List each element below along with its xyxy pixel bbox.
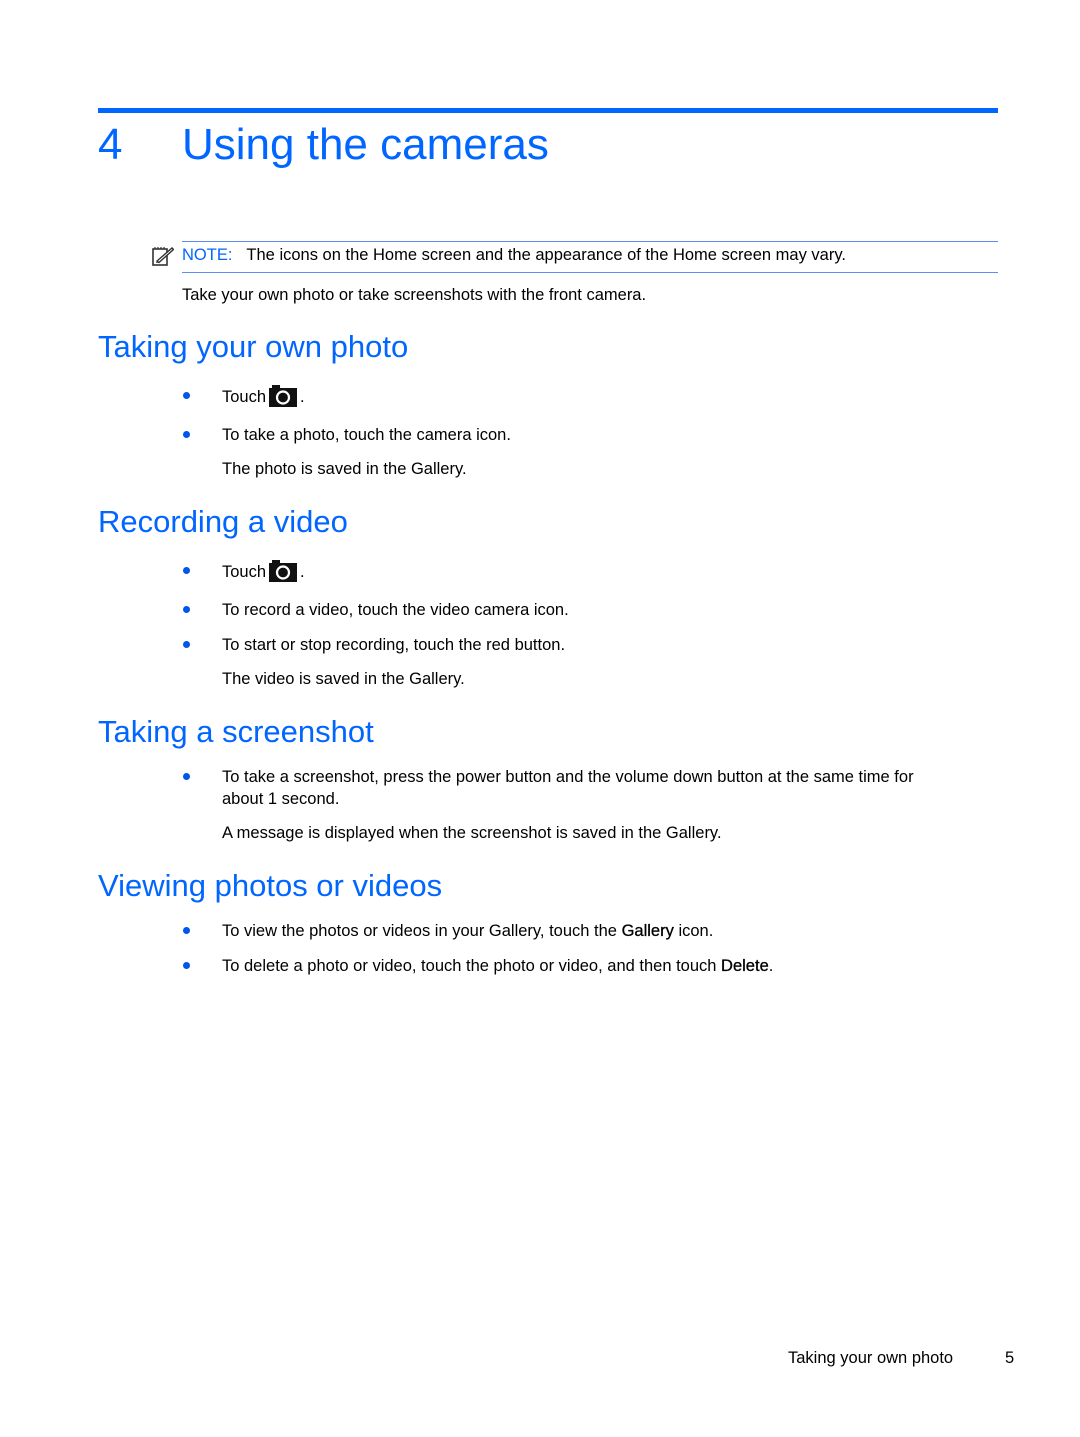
list-item: To view the photos or videos in your Gal… bbox=[222, 920, 713, 942]
bullet-marker bbox=[183, 641, 190, 648]
bullet-marker bbox=[183, 927, 190, 934]
note-label: NOTE: bbox=[182, 246, 233, 264]
touch-suffix: . bbox=[300, 563, 305, 581]
touch-label: Touch bbox=[222, 388, 267, 406]
bullet-marker bbox=[183, 773, 190, 780]
bullet-marker bbox=[183, 567, 190, 574]
list-item: To start or stop recording, touch the re… bbox=[222, 636, 566, 654]
chapter-top-rule bbox=[98, 108, 998, 113]
camera-icon bbox=[269, 385, 298, 407]
list-item-text: To view the photos or videos in your Gal… bbox=[222, 922, 617, 940]
list-item-text: To delete a photo or video, touch the ph… bbox=[222, 957, 717, 975]
gallery-ui-term: Gallery bbox=[621, 922, 674, 940]
result-text: The photo is saved in the Gallery. bbox=[222, 460, 467, 478]
heading-viewing-photos-or-videos: Viewing photos or videos bbox=[98, 868, 443, 903]
note-box: NOTE: The icons on the Home screen and th… bbox=[182, 241, 998, 273]
bullet-marker bbox=[183, 962, 190, 969]
delete-ui-term: Delete bbox=[721, 957, 769, 975]
list-item: To take a photo, touch the camera icon. bbox=[222, 426, 511, 444]
bullet-marker bbox=[183, 606, 190, 613]
list-item-text: icon. bbox=[678, 922, 714, 940]
list-item: Touch . bbox=[222, 560, 305, 583]
footer-page-number: 5 bbox=[1005, 1349, 1015, 1367]
result-text: The video is saved in the Gallery. bbox=[222, 670, 465, 688]
heading-recording-a-video: Recording a video bbox=[98, 504, 348, 539]
footer-section-title: Taking your own photo bbox=[788, 1349, 954, 1367]
list-item: To record a video, touch the video camer… bbox=[222, 601, 569, 619]
list-item-line-1: To take a screenshot, press the power bu… bbox=[222, 768, 914, 786]
list-item-text: . bbox=[768, 957, 774, 975]
heading-taking-your-own-photo: Taking your own photo bbox=[98, 329, 409, 364]
note-text: The icons on the Home screen and the app… bbox=[246, 246, 846, 264]
chapter-number: 4 bbox=[98, 120, 123, 169]
list-item: To delete a photo or video, touch the ph… bbox=[222, 955, 773, 977]
camera-icon bbox=[269, 560, 298, 582]
list-item: Touch . bbox=[222, 385, 305, 408]
chapter-title-text: Using the cameras bbox=[182, 120, 549, 169]
touch-suffix: . bbox=[300, 388, 305, 406]
chapter-title: 4 Using the cameras bbox=[98, 117, 549, 173]
list-item-line-2: about 1 second. bbox=[222, 790, 340, 808]
bullet-marker bbox=[183, 431, 190, 438]
result-text: A message is displayed when the screensh… bbox=[222, 824, 722, 842]
heading-taking-a-screenshot: Taking a screenshot bbox=[98, 714, 374, 749]
intro-paragraph: Take your own photo or take screenshots … bbox=[182, 286, 647, 304]
bullet-marker bbox=[183, 392, 190, 399]
note-pencil-icon bbox=[152, 247, 174, 266]
touch-label: Touch bbox=[222, 563, 267, 581]
